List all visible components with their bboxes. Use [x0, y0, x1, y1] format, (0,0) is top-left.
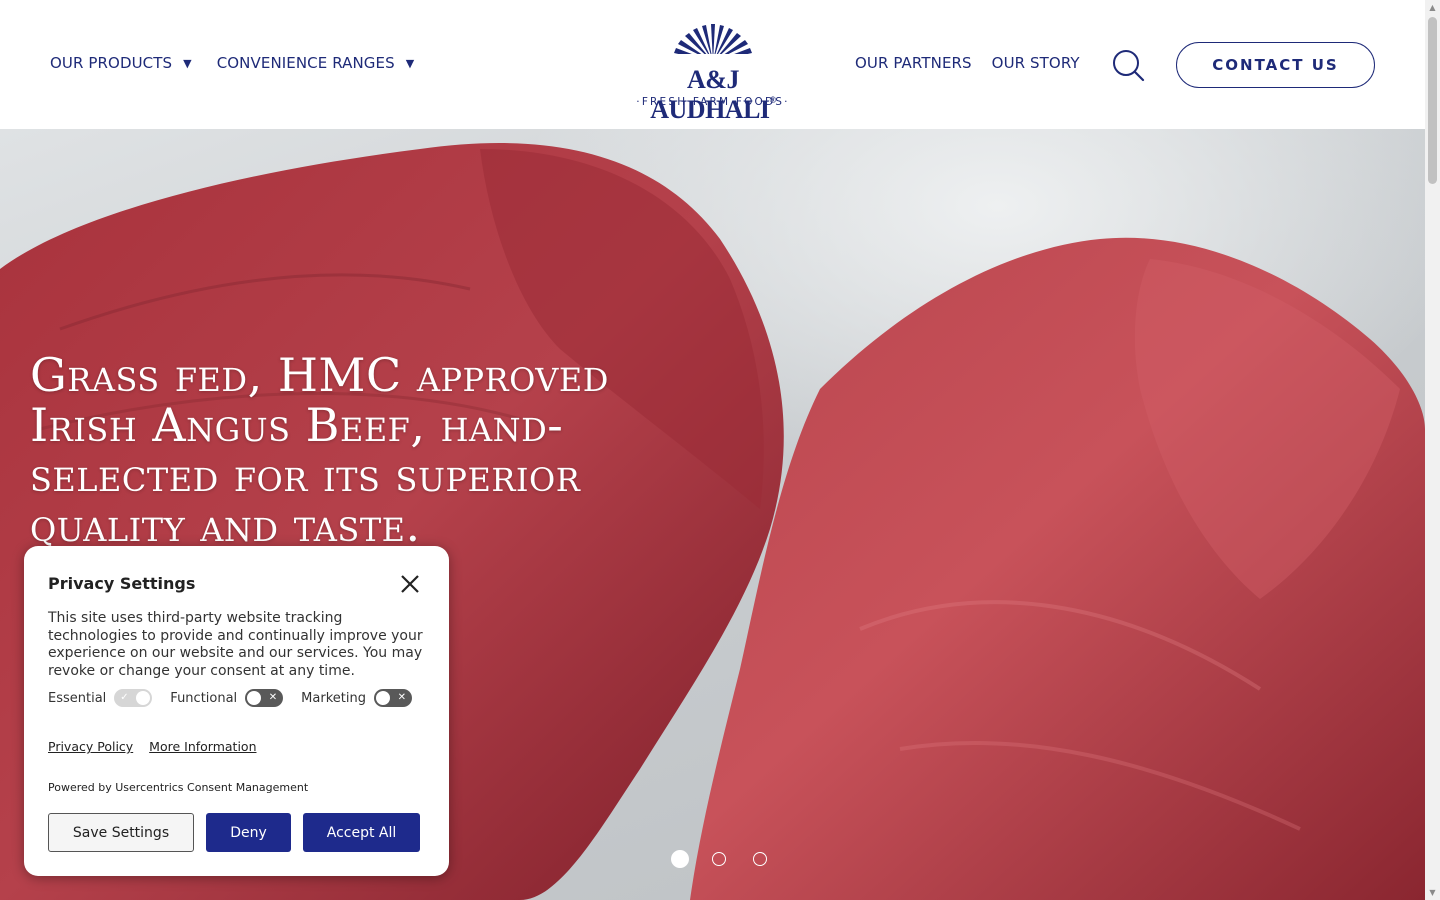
- toggle-essential: Essential ✓: [48, 689, 153, 707]
- toggle-marketing-label: Marketing: [301, 690, 366, 706]
- brand-logo[interactable]: A&J AUDHALI® ·FRESH FARM FOODS·: [626, 18, 800, 124]
- nav-our-products-label: OUR PRODUCTS: [50, 54, 173, 72]
- logo-name: A&J AUDHALI®: [650, 65, 776, 124]
- nav-convenience-ranges-label: CONVENIENCE RANGES: [216, 54, 395, 72]
- check-icon: ✓: [120, 692, 129, 703]
- nav-convenience-ranges[interactable]: CONVENIENCE RANGES ▼: [217, 54, 415, 72]
- site-header: OUR PRODUCTS ▼ CONVENIENCE RANGES ▼ A&J …: [0, 0, 1425, 129]
- privacy-links: Privacy Policy More Information: [48, 739, 257, 754]
- toggle-functional-label: Functional: [170, 690, 238, 706]
- privacy-description: This site uses third-party website track…: [48, 610, 423, 679]
- slider-dot-1[interactable]: [671, 850, 689, 868]
- search-icon[interactable]: [1110, 47, 1146, 83]
- privacy-policy-link[interactable]: Privacy Policy: [48, 739, 133, 754]
- scroll-thumb[interactable]: [1428, 17, 1437, 184]
- logo-tagline: ·FRESH FARM FOODS·: [636, 96, 790, 108]
- nav-our-products[interactable]: OUR PRODUCTS ▼: [50, 54, 192, 72]
- scroll-down-arrow-icon[interactable]: ▼: [1425, 885, 1440, 900]
- slider-dot-3[interactable]: [753, 852, 767, 866]
- marketing-switch[interactable]: ✕: [373, 689, 412, 707]
- caret-down-icon: ▼: [405, 56, 415, 70]
- more-information-link[interactable]: More Information: [149, 739, 256, 754]
- slider-dots: [671, 850, 794, 868]
- powered-by-text: Powered by Usercentrics Consent Manageme…: [48, 781, 309, 794]
- hero-title: Grass fed, HMC approved Irish Angus Beef…: [30, 348, 609, 552]
- contact-us-button[interactable]: CONTACT US: [1176, 42, 1375, 88]
- slider-dot-2[interactable]: [712, 852, 726, 866]
- scroll-up-arrow-icon[interactable]: ▲: [1425, 0, 1440, 15]
- caret-down-icon: ▼: [183, 56, 192, 70]
- privacy-settings-dialog: Privacy Settings This site uses third-pa…: [24, 546, 449, 876]
- functional-switch[interactable]: ✕: [245, 689, 284, 707]
- toggle-essential-label: Essential: [48, 690, 107, 706]
- x-icon: ✕: [268, 692, 278, 703]
- nav-our-story[interactable]: OUR STORY: [992, 54, 1080, 72]
- deny-button[interactable]: Deny: [206, 813, 291, 852]
- essential-switch: ✓: [114, 689, 153, 707]
- toggle-marketing: Marketing ✕: [301, 689, 412, 707]
- save-settings-button[interactable]: Save Settings: [48, 813, 194, 852]
- x-icon: ✕: [397, 692, 406, 703]
- privacy-title: Privacy Settings: [48, 574, 196, 593]
- page-scrollbar[interactable]: ▲ ▼: [1425, 0, 1440, 900]
- sunburst-logo-icon: [665, 24, 761, 62]
- nav-our-partners-label: OUR PARTNERS: [855, 54, 972, 72]
- toggle-functional: Functional ✕: [170, 689, 284, 707]
- consent-toggles: Essential ✓ Functional ✕ Marketing ✕: [48, 689, 412, 707]
- nav-our-partners[interactable]: OUR PARTNERS: [855, 54, 972, 72]
- close-icon[interactable]: [400, 574, 420, 594]
- nav-left: OUR PRODUCTS ▼ CONVENIENCE RANGES ▼: [50, 54, 414, 72]
- accept-all-button[interactable]: Accept All: [303, 813, 420, 852]
- nav-our-story-label: OUR STORY: [991, 54, 1080, 72]
- nav-right: OUR PARTNERS OUR STORY: [855, 54, 1080, 72]
